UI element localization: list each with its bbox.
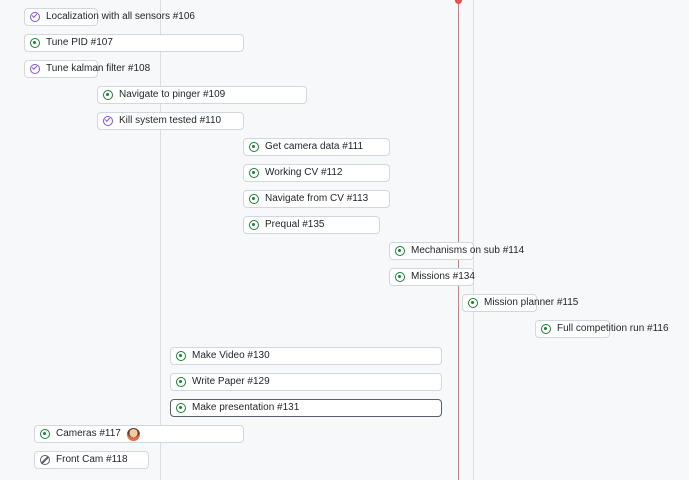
item-title: Navigate to pinger #109: [119, 89, 226, 100]
item-title: Mechanisms on sub #114: [411, 245, 525, 256]
issue-not-planned-icon: [40, 455, 50, 465]
item-title: Full competition run #116: [557, 323, 669, 334]
issue-open-icon: [176, 403, 186, 413]
issue-closed-icon: [30, 12, 40, 22]
roadmap-item[interactable]: Write Paper #129: [176, 373, 270, 391]
item-title: Prequal #135: [265, 219, 325, 230]
roadmap-item[interactable]: Front Cam #118: [40, 451, 128, 469]
roadmap-item[interactable]: Navigate to pinger #109: [103, 86, 225, 104]
roadmap-timeline: Localization with all sensors #106 Tune …: [0, 0, 689, 480]
roadmap-item[interactable]: Mechanisms on sub #114: [395, 242, 524, 260]
roadmap-item[interactable]: Tune PID #107: [30, 34, 113, 52]
item-title: Navigate from CV #113: [265, 193, 369, 204]
issue-open-icon: [249, 142, 259, 152]
iteration-divider: [473, 0, 474, 480]
roadmap-item[interactable]: Working CV #112: [249, 164, 342, 182]
issue-open-icon: [249, 168, 259, 178]
issue-open-icon: [468, 298, 478, 308]
today-marker: [455, 0, 462, 4]
issue-open-icon: [30, 38, 40, 48]
issue-open-icon: [395, 272, 405, 282]
roadmap-item[interactable]: Kill system tested #110: [103, 112, 221, 130]
issue-open-icon: [541, 324, 551, 334]
issue-closed-icon: [103, 116, 113, 126]
item-title: Front Cam #118: [56, 454, 128, 465]
issue-open-icon: [40, 429, 50, 439]
roadmap-item[interactable]: Navigate from CV #113: [249, 190, 368, 208]
issue-closed-icon: [30, 64, 40, 74]
item-title: Tune PID #107: [46, 37, 113, 48]
issue-open-icon: [395, 246, 405, 256]
roadmap-item[interactable]: Get camera data #111: [249, 138, 363, 156]
roadmap-item[interactable]: Full competition run #116: [541, 320, 669, 338]
roadmap-item[interactable]: Make Video #130: [176, 347, 270, 365]
iteration-divider: [160, 0, 161, 480]
issue-open-icon: [103, 90, 113, 100]
issue-open-icon: [249, 220, 259, 230]
item-title: Get camera data #111: [265, 141, 364, 152]
item-title: Missions #134: [411, 271, 475, 282]
item-title: Tune kalman filter #108: [46, 63, 151, 74]
roadmap-item[interactable]: Make presentation #131: [176, 399, 299, 417]
roadmap-item[interactable]: Cameras #117: [40, 425, 140, 443]
item-title: Make presentation #131: [192, 402, 300, 413]
item-title: Cameras #117: [56, 428, 121, 439]
item-title: Kill system tested #110: [119, 115, 222, 126]
assignee-avatar[interactable]: [126, 427, 140, 441]
roadmap-item[interactable]: Mission planner #115: [468, 294, 578, 312]
item-title: Working CV #112: [265, 167, 343, 178]
roadmap-item[interactable]: Localization with all sensors #106: [30, 8, 195, 26]
issue-open-icon: [249, 194, 259, 204]
today-line: [458, 0, 459, 480]
item-title: Localization with all sensors #106: [46, 11, 195, 22]
roadmap-item[interactable]: Prequal #135: [249, 216, 325, 234]
roadmap-item[interactable]: Missions #134: [395, 268, 475, 286]
item-title: Make Video #130: [192, 350, 270, 361]
issue-open-icon: [176, 351, 186, 361]
item-title: Mission planner #115: [484, 297, 579, 308]
issue-open-icon: [176, 377, 186, 387]
roadmap-item[interactable]: Tune kalman filter #108: [30, 60, 150, 78]
item-title: Write Paper #129: [192, 376, 270, 387]
